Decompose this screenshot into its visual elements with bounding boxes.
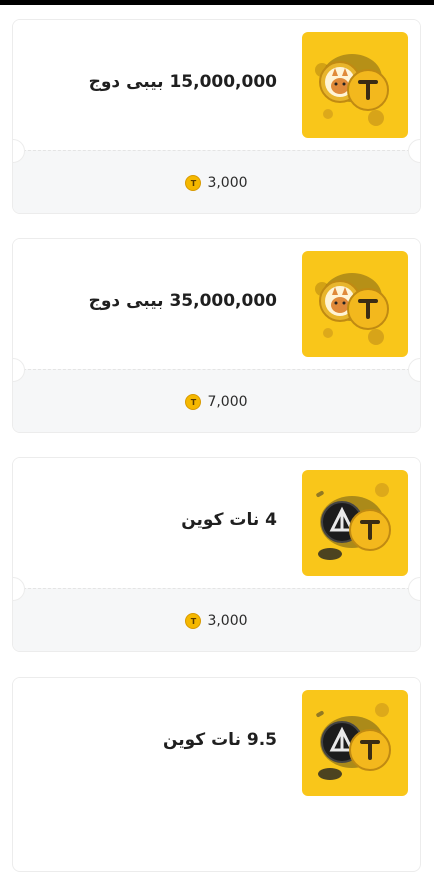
price-bar: T 3,000 — [13, 150, 420, 213]
price: T 3,000 — [185, 613, 248, 629]
product-header: 9.5 نات کوین — [13, 678, 420, 808]
baby-doge-thumbnail — [302, 251, 408, 357]
product-header: 15,000,000 بیبی دوج — [13, 20, 420, 150]
product-title: 4 نات کوین — [181, 510, 277, 530]
product-header: 35,000,000 بیبی دوج — [13, 239, 420, 369]
price-value: 3,000 — [207, 175, 248, 191]
product-card[interactable]: 4 نات کوین T 3,000 — [12, 457, 421, 652]
product-list: 15,000,000 بیبی دوج T 3,000 35,000,000 ب… — [0, 0, 434, 872]
price-value: 3,000 — [207, 613, 248, 629]
tetherland-coin-icon: T — [185, 175, 202, 191]
product-title: 35,000,000 بیبی دوج — [88, 291, 277, 311]
product-card[interactable]: 9.5 نات کوین — [12, 677, 421, 872]
product-title: 15,000,000 بیبی دوج — [88, 72, 277, 92]
price: T 3,000 — [185, 175, 248, 191]
notcoin-thumbnail — [302, 690, 408, 796]
price-value: 7,000 — [207, 394, 248, 410]
baby-doge-thumbnail — [302, 32, 408, 138]
tetherland-coin-icon: T — [185, 394, 202, 410]
product-title: 9.5 نات کوین — [162, 730, 277, 750]
price-bar: T 7,000 — [13, 369, 420, 432]
product-header: 4 نات کوین — [13, 458, 420, 588]
product-card[interactable]: 15,000,000 بیبی دوج T 3,000 — [12, 19, 421, 214]
notcoin-thumbnail — [302, 470, 408, 576]
price: T 7,000 — [185, 394, 248, 410]
product-card[interactable]: 35,000,000 بیبی دوج T 7,000 — [12, 238, 421, 433]
price-bar: T 3,000 — [13, 588, 420, 651]
tetherland-coin-icon: T — [185, 613, 202, 629]
